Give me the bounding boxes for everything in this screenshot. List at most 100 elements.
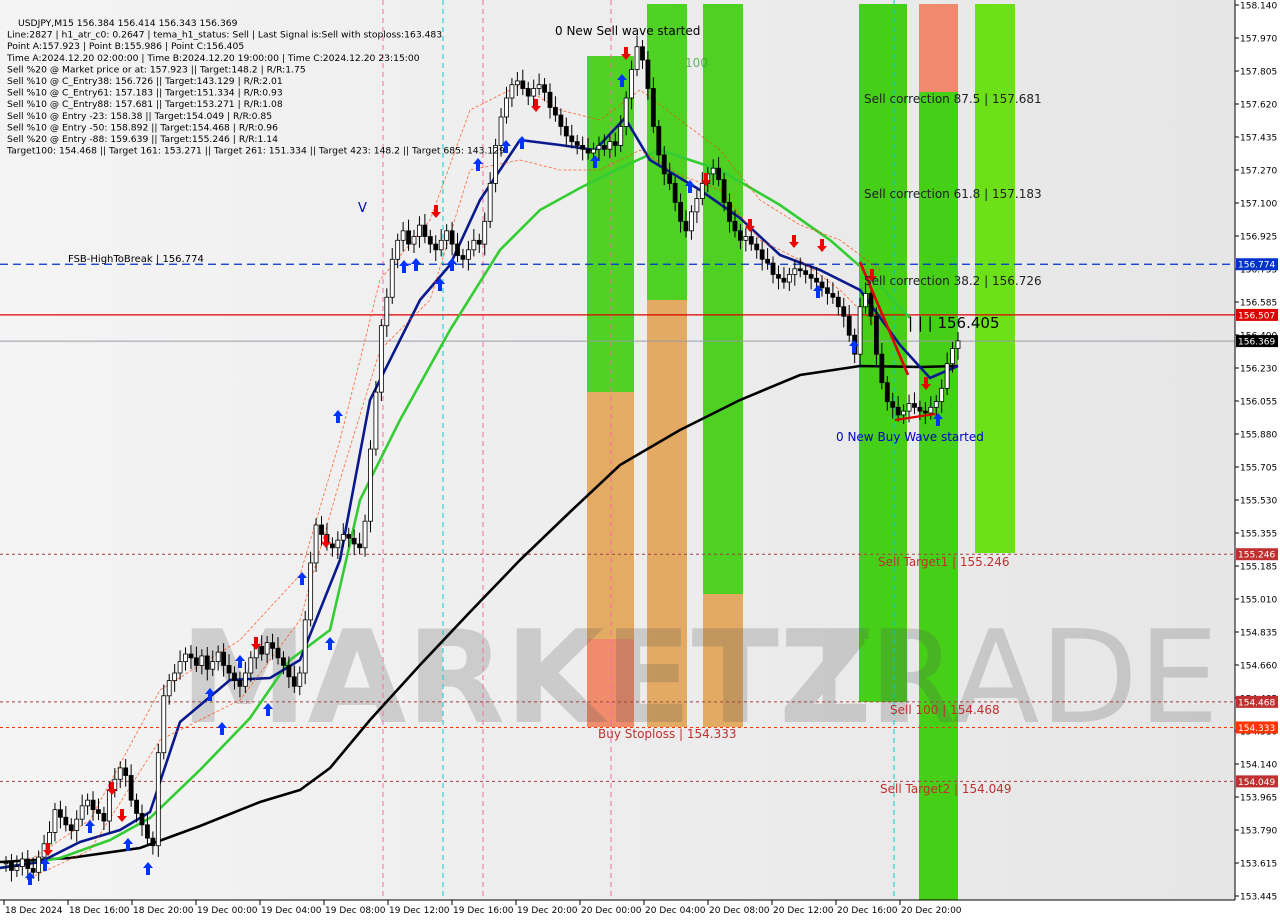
candle-body (25, 858, 31, 869)
candle-body (716, 167, 722, 180)
x-tick-label: 18 Dec 20:00 (133, 906, 194, 916)
sell-correction-618-label: Sell correction 61.8 | 157.183 (864, 187, 1042, 201)
header-line: Sell %20 @ Entry -88: 159.639 || Target:… (7, 134, 278, 145)
candle-body (520, 80, 526, 89)
candle-body (841, 306, 847, 317)
buy-stoploss-label: Buy Stoploss | 154.333 (598, 727, 737, 741)
sell-target2-label: Sell Target2 | 154.049 (880, 782, 1012, 796)
candle-body (378, 325, 384, 393)
candle-body (319, 524, 324, 535)
x-tick-label: 20 Dec 20:00 (901, 906, 962, 916)
y-tick-label: 156.055 (1240, 398, 1277, 408)
y-tick-label: 155.880 (1240, 431, 1277, 441)
candle-body (482, 220, 488, 245)
candle-body (335, 539, 341, 549)
sell-zone-green-5 (919, 92, 958, 900)
y-tick-label: 156.585 (1240, 299, 1277, 309)
candle-body (928, 406, 934, 414)
candle-body (389, 258, 395, 298)
candle-body (226, 665, 232, 674)
candle-body (727, 201, 732, 222)
price-chart[interactable]: MARKETZI TRADE 0 New Sell wave started 0… (0, 0, 1280, 920)
header-line: Time A:2024.12.20 02:00:00 | Time B:2024… (6, 53, 420, 64)
candle-body (629, 69, 634, 99)
candle-body (139, 813, 145, 826)
y-tick-label: 153.965 (1240, 794, 1277, 804)
candle-body (623, 97, 629, 127)
x-tick-label: 20 Dec 16:00 (837, 906, 898, 916)
x-tick-label: 18 Dec 2024 (5, 906, 63, 916)
candle-body (329, 543, 335, 549)
candle-body (699, 182, 705, 199)
candle-body (743, 236, 749, 241)
candle-body (596, 145, 602, 150)
header-line: Target100: 154.468 || Target 161: 153.27… (6, 146, 505, 157)
new-sell-wave-label: 0 New Sell wave started (555, 24, 700, 38)
sell-target1-label: Sell Target1 | 155.246 (878, 555, 1010, 569)
candle-body (117, 767, 123, 780)
candle-body (313, 524, 319, 564)
header-line: Point A:157.923 | Point B:155.986 | Poin… (7, 41, 244, 52)
candle-body (917, 406, 923, 412)
candle-body (433, 243, 439, 251)
candle-body (270, 642, 275, 649)
candle-body (145, 824, 150, 839)
candle-body (172, 672, 178, 682)
x-tick-label: 19 Dec 00:00 (197, 906, 258, 916)
price-tag-label: 156.369 (1238, 338, 1275, 348)
candle-body (215, 651, 221, 663)
candle-body (672, 182, 678, 203)
candle-body (759, 249, 765, 260)
sell-correction-875-label: Sell correction 87.5 | 157.681 (864, 92, 1042, 106)
candle-body (781, 277, 787, 283)
x-tick-label: 20 Dec 00:00 (581, 906, 642, 916)
candle-body (504, 97, 509, 118)
candle-body (710, 167, 716, 175)
candle-body (678, 201, 683, 222)
header-line: Line:2827 | h1_atr_c0: 0.2647 | tema_h1_… (7, 30, 442, 41)
header-line: Sell %20 @ Market price or at: 157.923 |… (7, 64, 306, 75)
candle-body (177, 661, 183, 674)
candle-body (188, 653, 194, 659)
candle-body (618, 126, 624, 146)
candle-body (19, 858, 25, 867)
candle-body (286, 665, 292, 678)
candle-body (74, 818, 80, 831)
candle-body (68, 824, 74, 831)
candle-body (90, 799, 96, 811)
x-tick-label: 19 Dec 08:00 (325, 906, 386, 916)
candle-body (134, 799, 139, 814)
sell-correction-382-label: Sell correction 38.2 | 156.726 (864, 274, 1042, 288)
candle-body (161, 695, 167, 754)
candle-body (531, 88, 537, 97)
candle-body (797, 268, 803, 272)
candle-body (460, 255, 466, 260)
candle-body (79, 805, 85, 820)
candle-body (776, 274, 781, 279)
candle-body (563, 126, 569, 137)
x-tick-label: 20 Dec 04:00 (645, 906, 706, 916)
candle-body (857, 306, 863, 355)
y-tick-label: 157.270 (1240, 167, 1277, 177)
y-tick-label: 157.100 (1240, 200, 1277, 210)
candle-body (933, 401, 939, 408)
candle-body (183, 653, 188, 663)
header-line: Sell %10 @ C_Entry38: 156.726 || Target:… (7, 76, 283, 87)
candle-body (912, 403, 917, 408)
y-tick-label: 157.435 (1240, 134, 1277, 144)
candle-body (656, 126, 662, 156)
candle-body (155, 752, 161, 847)
header-line: Sell %10 @ C_Entry61: 157.183 || Target:… (7, 88, 283, 99)
sell-zone-salmon-5 (919, 4, 958, 92)
candle-body (525, 88, 531, 97)
candle-body (683, 220, 689, 232)
y-tick-label: 153.445 (1240, 893, 1277, 903)
y-tick-label: 155.010 (1240, 596, 1277, 606)
x-tick-label: 19 Dec 12:00 (389, 906, 450, 916)
candle-body (166, 680, 172, 697)
candle-body (373, 391, 379, 450)
candle-body (106, 790, 112, 822)
candle-body (199, 655, 205, 666)
y-tick-label: 153.790 (1240, 827, 1277, 837)
candle-body (232, 672, 237, 682)
